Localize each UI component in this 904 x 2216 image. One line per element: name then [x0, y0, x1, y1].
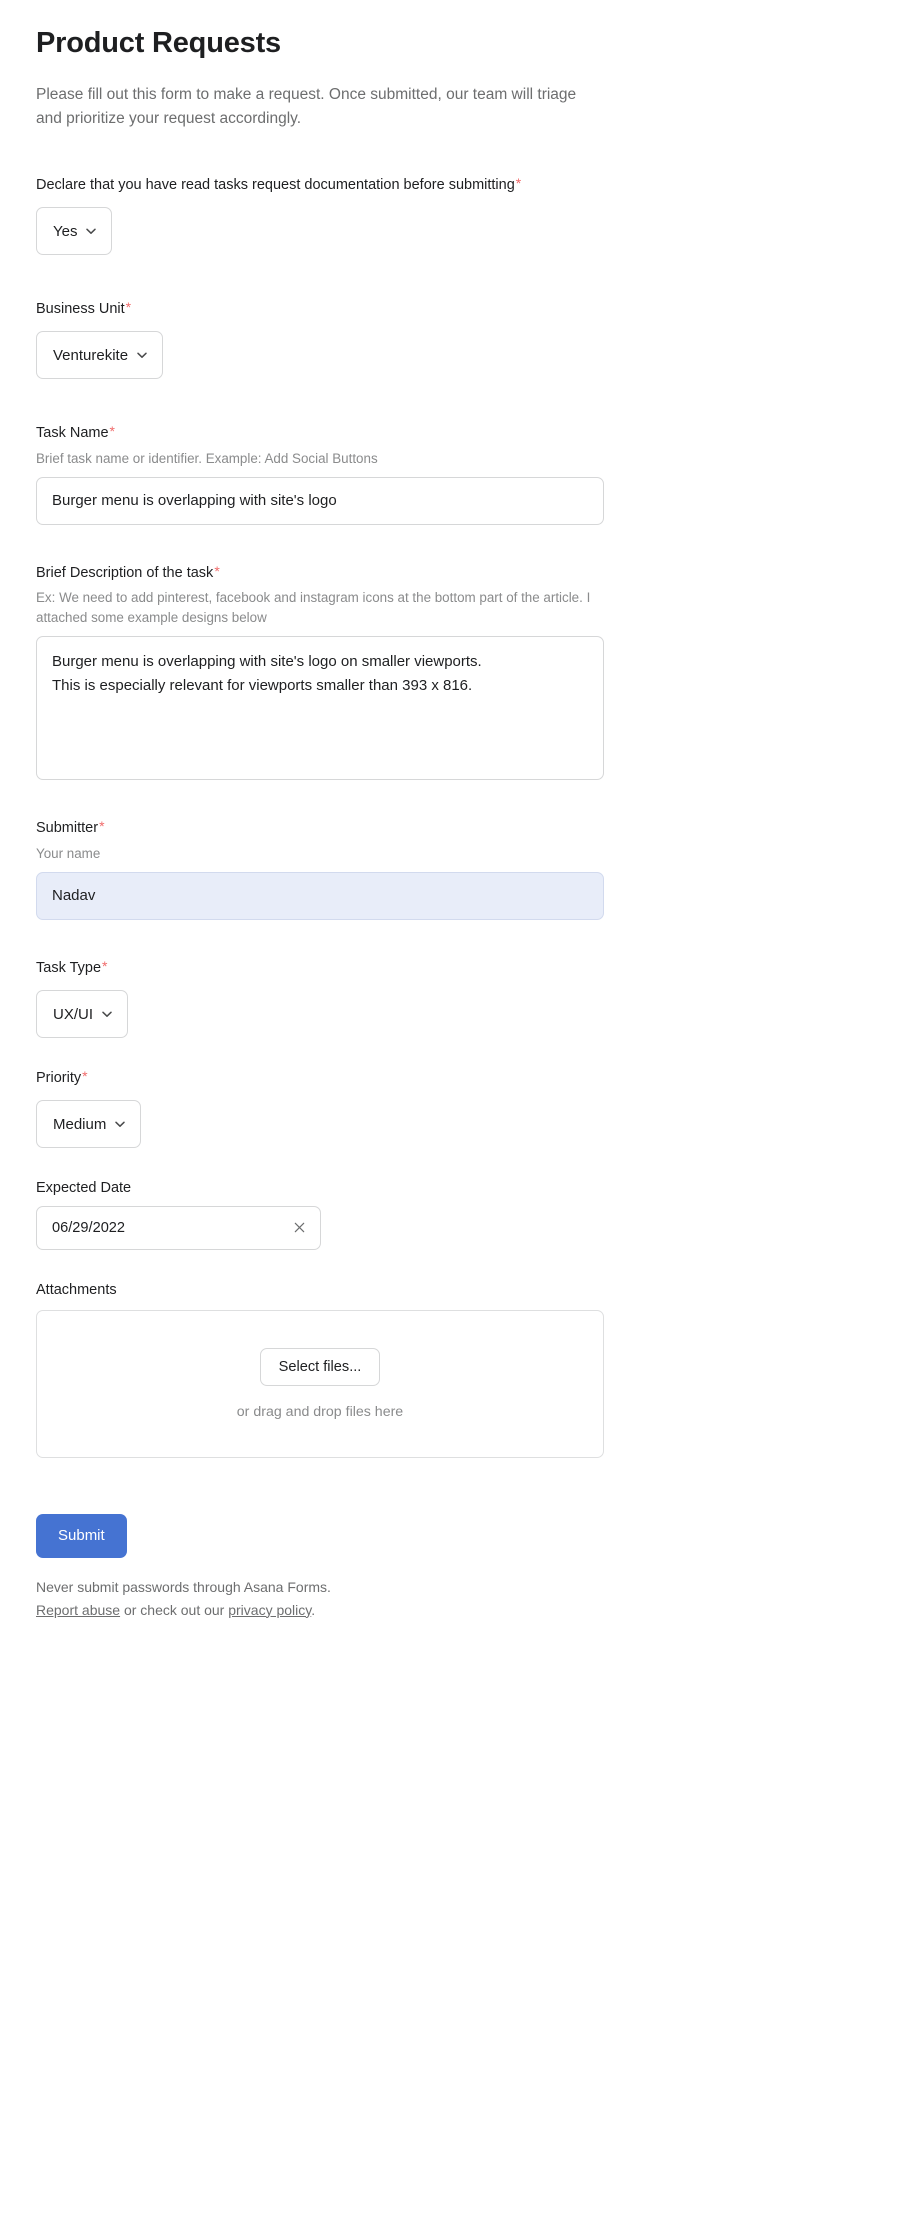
required-asterisk: * — [515, 174, 522, 191]
submitter-help: Your name — [36, 845, 101, 861]
description-label-text: Brief Description of the task — [36, 564, 214, 581]
field-attachments: Attachments Select files... or drag and … — [36, 1280, 868, 1458]
expected-date-label: Expected Date — [36, 1180, 132, 1197]
required-asterisk: * — [214, 562, 220, 579]
chevron-down-icon — [136, 349, 148, 361]
close-icon[interactable] — [290, 1219, 308, 1237]
field-business-unit: Business Unit* Venturekite — [36, 299, 868, 380]
task-type-select-value: UX/UI — [53, 1005, 94, 1023]
page-title: Product Requests — [36, 27, 281, 59]
field-priority: Priority* Medium — [36, 1068, 868, 1149]
chevron-down-icon — [101, 1008, 113, 1020]
declaration-label: Declare that you have read tasks request… — [36, 175, 868, 195]
priority-label: Priority* — [36, 1068, 868, 1088]
required-asterisk: * — [102, 957, 108, 974]
description-textarea[interactable]: Burger menu is overlapping with site's l… — [36, 636, 604, 781]
form-intro-text: Please fill out this form to make a requ… — [36, 85, 577, 127]
priority-label-text: Priority — [36, 1070, 82, 1087]
field-description: Brief Description of the task* Ex: We ne… — [36, 563, 868, 781]
declaration-label-text: Declare that you have read tasks request… — [36, 176, 515, 193]
priority-select[interactable]: Medium — [36, 1100, 142, 1149]
footer-notes: Never submit passwords through Asana For… — [36, 1576, 868, 1621]
chevron-down-icon — [114, 1118, 126, 1130]
description-label: Brief Description of the task* — [36, 563, 868, 583]
required-asterisk: * — [109, 423, 115, 440]
field-declaration: Declare that you have read tasks request… — [36, 175, 868, 256]
abuse-policy-line: Report abuse or check out our privacy po… — [36, 1599, 868, 1622]
declaration-select-value: Yes — [53, 222, 78, 240]
chevron-down-icon — [85, 225, 97, 237]
report-abuse-link[interactable]: Report abuse — [36, 1602, 120, 1618]
footer-middle-text: or check out our — [120, 1601, 229, 1618]
select-files-button[interactable]: Select files... — [259, 1347, 381, 1386]
submit-button[interactable]: Submit — [36, 1513, 127, 1558]
business-unit-label: Business Unit* — [36, 299, 868, 319]
dropzone-hint-text: or drag and drop files here — [236, 1403, 404, 1420]
expected-date-input[interactable]: 06/29/2022 — [36, 1205, 321, 1250]
business-unit-label-text: Business Unit — [36, 301, 125, 318]
required-asterisk: * — [125, 299, 132, 316]
required-asterisk: * — [99, 818, 105, 835]
attachments-label: Attachments — [36, 1281, 117, 1298]
field-expected-date: Expected Date 06/29/2022 — [36, 1178, 868, 1250]
task-type-label: Task Type* — [36, 958, 868, 978]
field-submitter: Submitter* Your name — [36, 818, 868, 920]
task-name-label-text: Task Name — [36, 425, 109, 442]
task-type-select[interactable]: UX/UI — [36, 990, 129, 1039]
form-page: Product Requests Please fill out this fo… — [0, 0, 904, 2216]
submitter-label: Submitter* — [36, 818, 868, 838]
privacy-policy-link[interactable]: privacy policy — [228, 1602, 311, 1618]
submitter-input[interactable] — [36, 871, 604, 920]
password-warning-text: Never submit passwords through Asana For… — [36, 1578, 331, 1595]
attachments-dropzone[interactable]: Select files... or drag and drop files h… — [36, 1309, 604, 1458]
field-task-name: Task Name* Brief task name or identifier… — [36, 423, 868, 525]
submitter-label-text: Submitter — [36, 820, 99, 837]
priority-select-value: Medium — [53, 1115, 107, 1133]
footer-trailing-text: . — [311, 1601, 316, 1618]
expected-date-value: 06/29/2022 — [52, 1219, 126, 1236]
business-unit-select[interactable]: Venturekite — [36, 331, 164, 380]
task-name-label: Task Name* — [36, 423, 868, 443]
description-help: Ex: We need to add pinterest, facebook a… — [36, 590, 591, 626]
required-asterisk: * — [82, 1068, 88, 1085]
business-unit-select-value: Venturekite — [53, 346, 129, 364]
declaration-select[interactable]: Yes — [36, 207, 113, 256]
field-task-type: Task Type* UX/UI — [36, 958, 868, 1039]
task-type-label-text: Task Type — [36, 959, 102, 976]
task-name-input[interactable] — [36, 476, 604, 525]
task-name-help: Brief task name or identifier. Example: … — [36, 450, 378, 466]
